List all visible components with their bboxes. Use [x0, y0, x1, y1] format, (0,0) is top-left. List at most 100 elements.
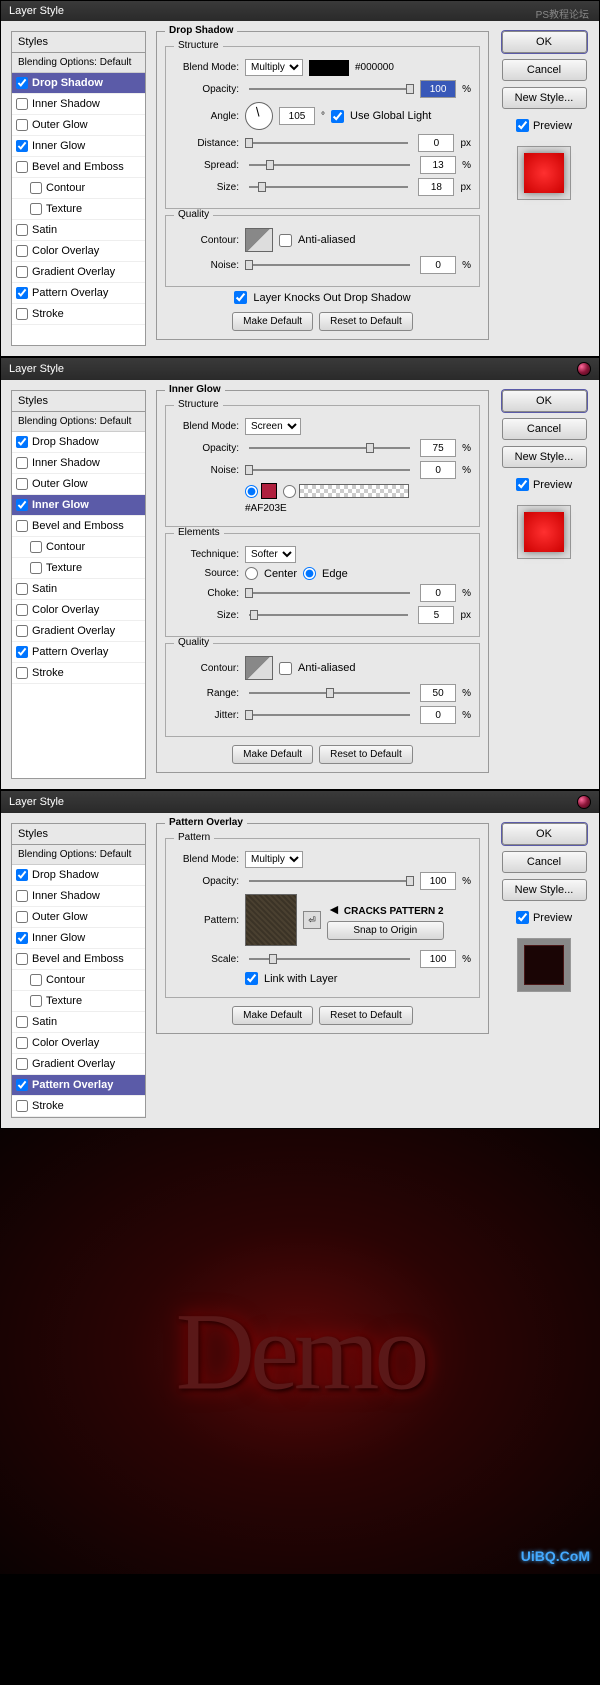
glow-color-swatch[interactable] [261, 483, 277, 499]
blending-options-row[interactable]: Blending Options: Default [12, 845, 145, 865]
choke-slider[interactable] [249, 592, 410, 594]
ok-button[interactable]: OK [502, 823, 587, 845]
style-item-inner-glow[interactable]: Inner Glow [12, 928, 145, 949]
source-edge-radio[interactable] [303, 567, 316, 580]
style-item-contour[interactable]: Contour [12, 970, 145, 991]
preview-checkbox[interactable] [516, 119, 529, 132]
blend-mode-select[interactable]: Screen [245, 418, 301, 435]
style-item-satin[interactable]: Satin [12, 579, 145, 600]
style-checkbox[interactable] [16, 1079, 28, 1091]
style-item-gradient-overlay[interactable]: Gradient Overlay [12, 262, 145, 283]
style-item-outer-glow[interactable]: Outer Glow [12, 115, 145, 136]
distance-input[interactable] [418, 134, 454, 152]
style-checkbox[interactable] [16, 224, 28, 236]
style-checkbox[interactable] [16, 245, 28, 257]
opacity-input[interactable] [420, 80, 456, 98]
style-checkbox[interactable] [16, 625, 28, 637]
opacity-input[interactable] [420, 872, 456, 890]
style-checkbox[interactable] [16, 119, 28, 131]
style-item-texture[interactable]: Texture [12, 199, 145, 220]
angle-input[interactable] [279, 107, 315, 125]
style-checkbox[interactable] [16, 478, 28, 490]
reset-default-button[interactable]: Reset to Default [319, 312, 413, 331]
styles-header[interactable]: Styles [12, 391, 145, 412]
style-checkbox[interactable] [16, 1037, 28, 1049]
make-default-button[interactable]: Make Default [232, 745, 313, 764]
style-item-pattern-overlay[interactable]: Pattern Overlay [12, 1075, 145, 1096]
style-item-inner-shadow[interactable]: Inner Shadow [12, 886, 145, 907]
blend-mode-select[interactable]: Multiply [245, 851, 303, 868]
style-item-satin[interactable]: Satin [12, 1012, 145, 1033]
size-input[interactable] [418, 606, 454, 624]
opacity-slider[interactable] [249, 447, 410, 449]
style-item-bevel-and-emboss[interactable]: Bevel and Emboss [12, 157, 145, 178]
size-input[interactable] [418, 178, 454, 196]
style-checkbox[interactable] [30, 974, 42, 986]
source-center-radio[interactable] [245, 567, 258, 580]
jitter-slider[interactable] [249, 714, 410, 716]
styles-header[interactable]: Styles [12, 824, 145, 845]
style-item-stroke[interactable]: Stroke [12, 1096, 145, 1117]
style-checkbox[interactable] [16, 140, 28, 152]
style-checkbox[interactable] [16, 436, 28, 448]
style-checkbox[interactable] [16, 646, 28, 658]
style-item-contour[interactable]: Contour [12, 537, 145, 558]
distance-slider[interactable] [249, 142, 408, 144]
make-default-button[interactable]: Make Default [232, 312, 313, 331]
style-item-color-overlay[interactable]: Color Overlay [12, 1033, 145, 1054]
style-item-texture[interactable]: Texture [12, 991, 145, 1012]
style-item-pattern-overlay[interactable]: Pattern Overlay [12, 283, 145, 304]
style-checkbox[interactable] [16, 604, 28, 616]
range-slider[interactable] [249, 692, 410, 694]
style-checkbox[interactable] [16, 457, 28, 469]
contour-picker[interactable] [245, 228, 273, 252]
style-item-outer-glow[interactable]: Outer Glow [12, 474, 145, 495]
new-style-button[interactable]: New Style... [502, 87, 587, 109]
style-item-satin[interactable]: Satin [12, 220, 145, 241]
blending-options-row[interactable]: Blending Options: Default [12, 412, 145, 432]
preview-checkbox[interactable] [516, 478, 529, 491]
style-checkbox[interactable] [16, 77, 28, 89]
technique-select[interactable]: Softer [245, 546, 296, 563]
noise-input[interactable] [420, 256, 456, 274]
style-item-color-overlay[interactable]: Color Overlay [12, 241, 145, 262]
style-item-outer-glow[interactable]: Outer Glow [12, 907, 145, 928]
style-item-gradient-overlay[interactable]: Gradient Overlay [12, 1054, 145, 1075]
global-light-checkbox[interactable] [331, 110, 344, 123]
opacity-slider[interactable] [249, 880, 410, 882]
style-checkbox[interactable] [16, 308, 28, 320]
new-style-button[interactable]: New Style... [502, 446, 587, 468]
style-item-stroke[interactable]: Stroke [12, 663, 145, 684]
style-item-bevel-and-emboss[interactable]: Bevel and Emboss [12, 516, 145, 537]
style-item-inner-shadow[interactable]: Inner Shadow [12, 453, 145, 474]
style-item-bevel-and-emboss[interactable]: Bevel and Emboss [12, 949, 145, 970]
opacity-slider[interactable] [249, 88, 410, 90]
contour-picker[interactable] [245, 656, 273, 680]
style-checkbox[interactable] [30, 541, 42, 553]
style-checkbox[interactable] [30, 995, 42, 1007]
style-item-inner-glow[interactable]: Inner Glow [12, 495, 145, 516]
style-checkbox[interactable] [16, 161, 28, 173]
style-checkbox[interactable] [30, 182, 42, 194]
style-item-stroke[interactable]: Stroke [12, 304, 145, 325]
style-checkbox[interactable] [16, 266, 28, 278]
style-checkbox[interactable] [16, 583, 28, 595]
style-checkbox[interactable] [16, 98, 28, 110]
style-checkbox[interactable] [16, 287, 28, 299]
angle-dial[interactable] [245, 102, 273, 130]
style-item-color-overlay[interactable]: Color Overlay [12, 600, 145, 621]
blend-mode-select[interactable]: Multiply [245, 59, 303, 76]
style-item-drop-shadow[interactable]: Drop Shadow [12, 73, 145, 94]
knockout-checkbox[interactable] [234, 291, 247, 304]
style-item-inner-glow[interactable]: Inner Glow [12, 136, 145, 157]
preview-checkbox[interactable] [516, 911, 529, 924]
style-checkbox[interactable] [16, 890, 28, 902]
style-item-pattern-overlay[interactable]: Pattern Overlay [12, 642, 145, 663]
style-checkbox[interactable] [16, 911, 28, 923]
style-checkbox[interactable] [16, 520, 28, 532]
cancel-button[interactable]: Cancel [502, 59, 587, 81]
reset-default-button[interactable]: Reset to Default [319, 1006, 413, 1025]
size-slider[interactable] [249, 614, 408, 616]
reset-default-button[interactable]: Reset to Default [319, 745, 413, 764]
style-checkbox[interactable] [30, 562, 42, 574]
